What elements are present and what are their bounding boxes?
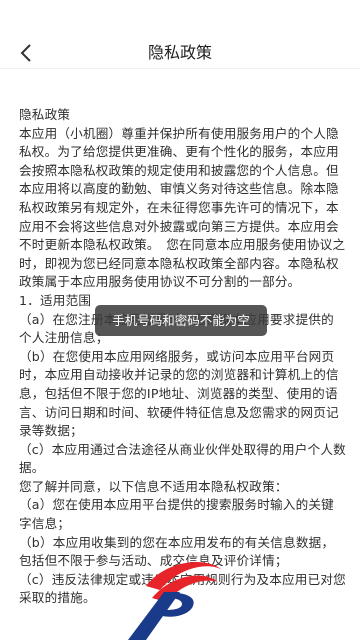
policy-content[interactable]: 隐私政策 本应用（小机圈）尊重并保护所有使用服务用户的个人隐私权。为了给您提供更… bbox=[19, 106, 346, 608]
policy-paragraph: 本应用（小机圈）尊重并保护所有使用服务用户的个人隐私权。为了给您提供更准确、更有… bbox=[19, 125, 346, 290]
floating-logo[interactable] bbox=[118, 552, 228, 640]
policy-paragraph: （c）本应用通过合法途径从商业伙伴处取得的用户个人数据。 bbox=[19, 441, 346, 476]
toast-message: 手机号码和密码不能为空 bbox=[95, 305, 267, 336]
policy-heading: 隐私政策 bbox=[19, 107, 71, 122]
app-logo-icon bbox=[128, 562, 222, 640]
policy-paragraph: 您了解并同意，以下信息不适用本隐私权政策： bbox=[19, 478, 288, 494]
app-header: 隐私政策 bbox=[0, 0, 360, 69]
policy-paragraph: （b）在您使用本应用网络服务，或访问本应用平台网页时，本应用自动接收并记录的您的… bbox=[19, 348, 339, 439]
policy-paragraph: （a）您在使用本应用平台提供的搜索服务时输入的关键字信息； bbox=[19, 497, 334, 532]
page-title: 隐私政策 bbox=[147, 43, 212, 62]
